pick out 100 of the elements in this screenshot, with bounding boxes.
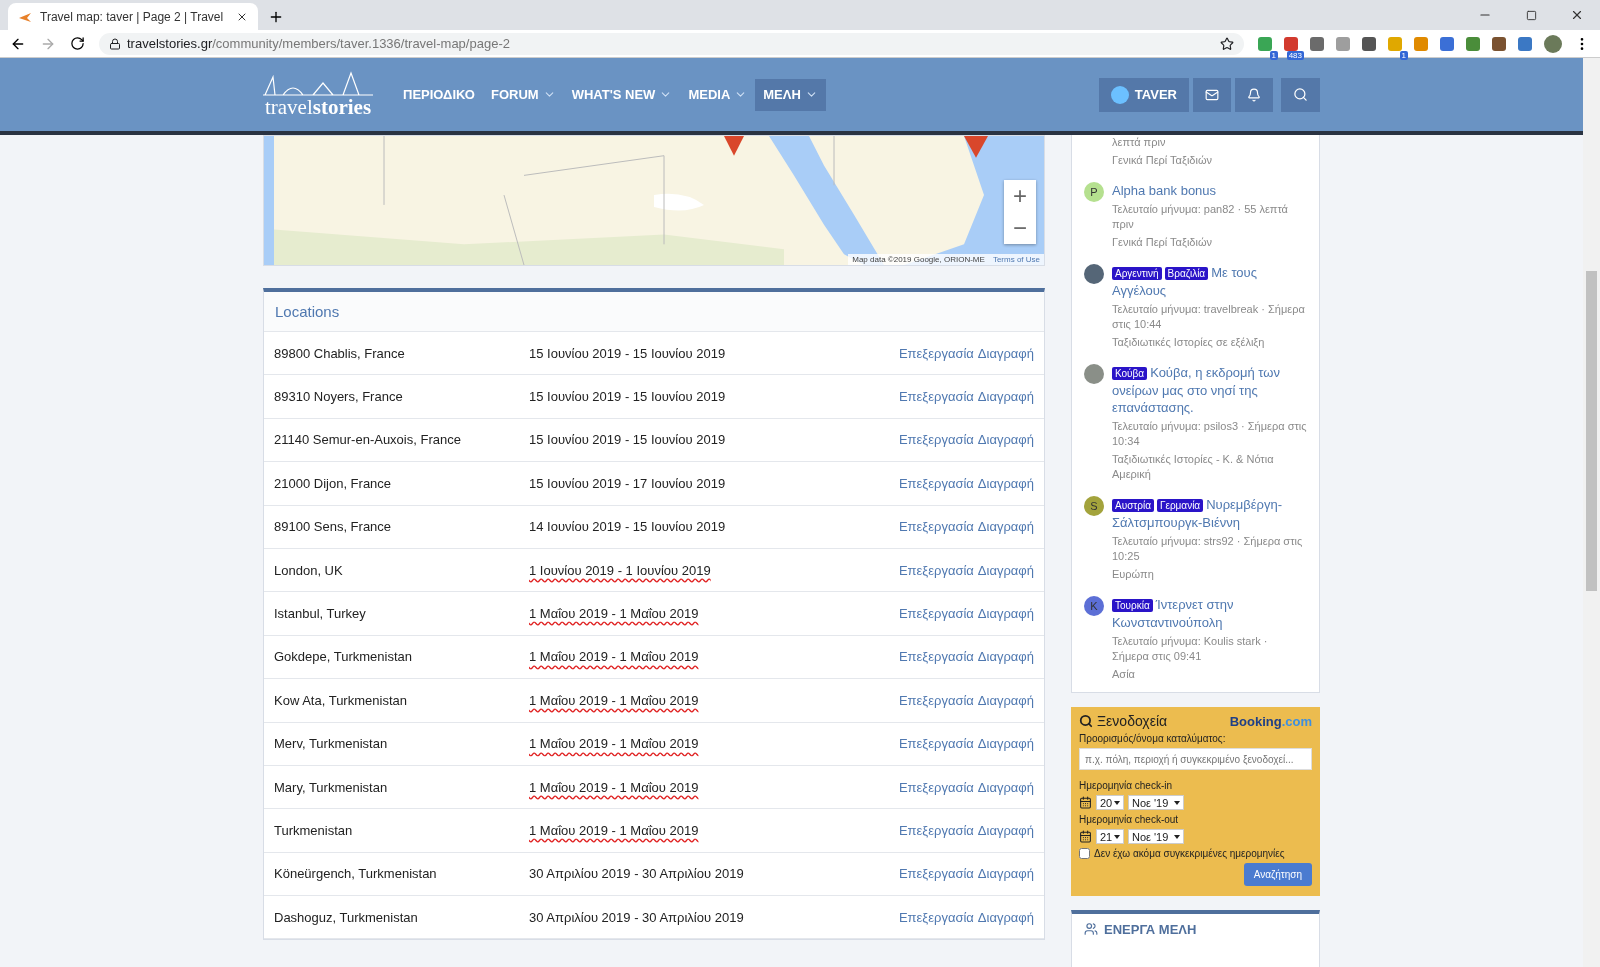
edit-link[interactable]: Επεξεργασία bbox=[898, 779, 974, 795]
extension-icon[interactable] bbox=[1310, 36, 1324, 51]
delete-link[interactable]: Διαγραφή bbox=[977, 562, 1034, 578]
date-range: 1 Μαΐου 2019 - 1 Μαΐου 2019 bbox=[529, 606, 699, 624]
forum-name: Ταξιδιωτικές Ιστορίες σε εξέλιξη bbox=[1112, 335, 1266, 350]
location-name: Gokdepe, Turkmenistan bbox=[274, 649, 414, 665]
delete-link[interactable]: Διαγραφή bbox=[977, 692, 1034, 708]
nav-tab[interactable]: ΠΕΡΙΟΔΙΚΟ bbox=[395, 78, 483, 111]
date-range: 14 Ιουνίου 2019 - 15 Ιουνίου 2019 bbox=[529, 519, 726, 537]
edit-link[interactable]: Επεξεργασία bbox=[898, 519, 974, 535]
field-label: Προορισμός/όνομα καταλύματος: bbox=[1079, 733, 1227, 744]
forum-name: Γενικά Περί Ταξιδιών bbox=[1112, 235, 1213, 250]
new-tab-icon[interactable] bbox=[268, 9, 284, 25]
location-name: 89100 Sens, France bbox=[274, 519, 393, 535]
edit-link[interactable]: Επεξεργασία bbox=[898, 345, 974, 361]
user-menu-button[interactable]: TAVER bbox=[1098, 77, 1189, 112]
address-bar[interactable]: travelstories.gr/community/members/taver.1336/travel-map/page-2 bbox=[99, 32, 1244, 55]
location-name: Istanbul, Turkey bbox=[274, 606, 367, 622]
site-logo[interactable]: travelstories bbox=[263, 71, 373, 118]
nav-tab[interactable]: WHAT'S NEW bbox=[563, 78, 681, 111]
delete-link[interactable]: Διαγραφή bbox=[977, 823, 1034, 838]
delete-link[interactable]: Διαγραφή bbox=[977, 475, 1034, 491]
delete-link[interactable]: Διαγραφή bbox=[977, 649, 1034, 665]
calendar-icon bbox=[1079, 830, 1092, 843]
nav-tab[interactable]: MEDIA bbox=[680, 78, 756, 111]
users-icon bbox=[1084, 922, 1098, 936]
avatar: P bbox=[1084, 182, 1104, 202]
edit-link[interactable]: Επεξεργασία bbox=[898, 909, 974, 925]
delete-link[interactable]: Διαγραφή bbox=[977, 736, 1034, 752]
date-range: 15 Ιουνίου 2019 - 15 Ιουνίου 2019 bbox=[529, 432, 726, 450]
nav-tab[interactable]: ΜΕΛΗ bbox=[755, 78, 826, 111]
delete-link[interactable]: Διαγραφή bbox=[977, 432, 1034, 448]
location-name: 89310 Noyers, France bbox=[274, 389, 404, 405]
forum-name: Ασία bbox=[1112, 667, 1136, 682]
edit-link[interactable]: Επεξεργασία bbox=[898, 692, 974, 708]
search-button[interactable] bbox=[1281, 77, 1320, 112]
month-select[interactable]: Νοε '19 bbox=[1128, 795, 1184, 810]
search-button[interactable]: Αναζήτηση bbox=[1243, 863, 1312, 886]
extension-icon[interactable] bbox=[1258, 36, 1272, 51]
caret-icon bbox=[1114, 800, 1120, 805]
delete-link[interactable]: Διαγραφή bbox=[977, 389, 1034, 405]
location-name: Köneürgench, Turkmenistan bbox=[274, 866, 438, 882]
alerts-button[interactable] bbox=[1235, 77, 1273, 112]
day-select[interactable]: 21 bbox=[1096, 829, 1124, 844]
edit-link[interactable]: Επεξεργασία bbox=[898, 736, 974, 752]
month-select[interactable]: Νοε '19 bbox=[1128, 829, 1184, 844]
extension-icon[interactable] bbox=[1440, 36, 1454, 51]
delete-link[interactable]: Διαγραφή bbox=[977, 866, 1034, 882]
day-select[interactable]: 20 bbox=[1096, 795, 1124, 810]
edit-link[interactable]: Επεξεργασία bbox=[898, 389, 974, 405]
delete-link[interactable]: Διαγραφή bbox=[977, 345, 1034, 361]
thread-meta: Τελευταίο μήνυμα: travelbreak · Σήμερα στις 10:44 bbox=[1112, 302, 1306, 332]
scrollbar[interactable] bbox=[1583, 58, 1600, 967]
edit-link[interactable]: Επεξεργασία bbox=[898, 866, 974, 882]
extension-icon[interactable] bbox=[1492, 36, 1506, 51]
edit-link[interactable]: Επεξεργασία bbox=[898, 823, 974, 838]
edit-link[interactable]: Επεξεργασία bbox=[898, 606, 974, 622]
delete-link[interactable]: Διαγραφή bbox=[977, 519, 1034, 535]
browser-tab[interactable]: Travel map: taver | Page 2 | Travel bbox=[8, 3, 258, 30]
calendar-icon bbox=[1079, 796, 1092, 809]
thread-meta: Τελευταίο μήνυμα: pan82 · 55 λεπτά πριν bbox=[1112, 202, 1289, 232]
thread-link[interactable]: Τουρκία Ίντερνετ στην Κωνσταντινούπολη bbox=[1112, 596, 1307, 631]
zoom-out-button[interactable]: − bbox=[1004, 212, 1036, 244]
close-icon bbox=[1570, 8, 1584, 22]
edit-link[interactable]: Επεξεργασία bbox=[898, 432, 974, 448]
avatar: K bbox=[1084, 596, 1104, 616]
thread-link[interactable]: Alpha bank bonus bbox=[1112, 182, 1307, 199]
zoom-in-button[interactable]: + bbox=[1004, 180, 1036, 212]
thread-link[interactable]: Αργεντινή Βραζιλία Με τους Αγγέλους bbox=[1112, 264, 1307, 299]
edit-link[interactable]: Επεξεργασία bbox=[898, 475, 974, 491]
caret-icon bbox=[1114, 834, 1120, 839]
reload-icon[interactable] bbox=[70, 36, 85, 51]
destination-field[interactable]: π.χ. πόλη, περιοχή ή συγκεκριμένο ξενοδοχεί... bbox=[1079, 748, 1312, 770]
extension-icon[interactable] bbox=[1362, 36, 1376, 51]
extension-icon[interactable] bbox=[1466, 36, 1480, 51]
delete-link[interactable]: Διαγραφή bbox=[977, 909, 1034, 925]
checkbox-label: Δεν έχω ακόμα συγκεκριμένες ημερομηνίες bbox=[1094, 848, 1285, 859]
card-title: ΕΝΕΡΓΑ ΜΕΛΗ bbox=[1104, 922, 1197, 937]
location-name: 89800 Chablis, France bbox=[274, 345, 406, 361]
delete-link[interactable]: Διαγραφή bbox=[977, 779, 1034, 795]
thread-link[interactable]: Αυστρία Γερμανία Νυρεμβέργη-Σάλτσμπουργκ-Βιέννη bbox=[1112, 496, 1307, 531]
mail-icon bbox=[1205, 87, 1219, 102]
inbox-button[interactable] bbox=[1193, 77, 1231, 112]
date-range: 1 Μαΐου 2019 - 1 Μαΐου 2019 bbox=[529, 823, 699, 840]
extension-icon[interactable] bbox=[1518, 36, 1532, 51]
profile-avatar[interactable] bbox=[1544, 34, 1562, 53]
url-text: travelstories.gr/community/members/taver.1336/travel-map/page-2 bbox=[127, 36, 510, 51]
nav-tab[interactable]: FORUM bbox=[482, 78, 564, 111]
thread-link[interactable]: Κούβα Κούβα, η εκδρομή των ονείρων μας στο νησί της επανάστασης. bbox=[1112, 364, 1307, 416]
edit-link[interactable]: Επεξεργασία bbox=[898, 649, 974, 665]
delete-link[interactable]: Διαγραφή bbox=[977, 606, 1034, 622]
star-icon[interactable] bbox=[1220, 36, 1234, 51]
search-icon bbox=[1079, 714, 1093, 728]
terms-link[interactable]: Terms of Use bbox=[992, 255, 1040, 264]
checkbox[interactable] bbox=[1079, 848, 1090, 859]
field-label: Ημερομηνία check-in bbox=[1079, 780, 1174, 791]
date-range: 30 Απριλίου 2019 - 30 Απριλίου 2019 bbox=[529, 909, 744, 927]
date-range: 15 Ιουνίου 2019 - 15 Ιουνίου 2019 bbox=[529, 345, 726, 363]
edit-link[interactable]: Επεξεργασία bbox=[898, 562, 974, 578]
extension-icon[interactable] bbox=[1284, 36, 1298, 51]
